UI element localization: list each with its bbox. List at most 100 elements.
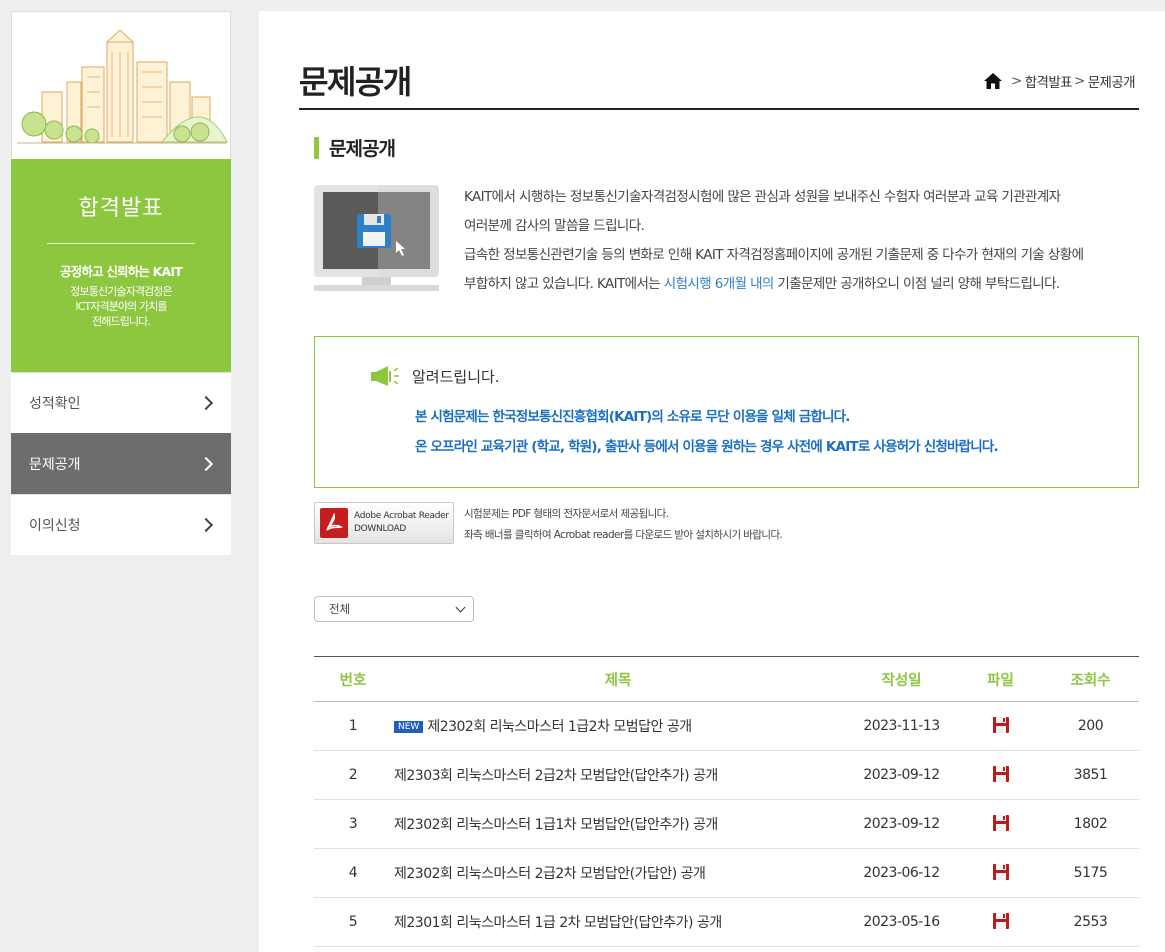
- sidebar-title: 합격발표: [78, 196, 164, 221]
- sidebar-item-label: 이의신청: [29, 518, 81, 534]
- row-file-cell: [959, 750, 1042, 800]
- chevron-down-icon: [455, 602, 466, 612]
- page-title: 문제공개: [299, 63, 412, 101]
- notice-line: 본 시험문제는 한국정보통신진흥협회(KAIT)의 소유로 무단 이용을 일체 …: [415, 409, 850, 425]
- intro-text-segment: 부합하지 않고 있습니다. KAIT에서는: [464, 276, 664, 292]
- board-table: 번호 제목 작성일 파일 조회수 1 NEW 제2302회 리눅스마스터 1급2차…: [314, 656, 1139, 947]
- table-header-row: 번호 제목 작성일 파일 조회수: [314, 656, 1139, 702]
- row-title-cell: NEW 제2302회 리눅스마스터 1급2차 모범답안 공개: [392, 701, 844, 751]
- new-badge: NEW: [394, 721, 424, 733]
- sidebar-menu: 성적확인 문제공개 이의신청: [11, 372, 231, 555]
- intro-line: 부합하지 않고 있습니다. KAIT에서는 시험시행 6개월 내의 기출문제만 …: [464, 270, 1154, 299]
- floppy-disk-icon[interactable]: [992, 815, 1009, 831]
- acrobat-download-button[interactable]: Adobe Acrobat Reader DOWNLOAD: [314, 502, 454, 544]
- acrobat-label: Adobe Acrobat Reader DOWNLOAD: [354, 510, 449, 536]
- city-skyline-image: [17, 29, 228, 144]
- breadcrumb-item[interactable]: 합격발표: [1025, 71, 1073, 91]
- column-header-views: 조회수: [1042, 656, 1139, 702]
- row-file-cell: [959, 848, 1042, 898]
- sidebar-desc-line: 정보통신기술자격검정은: [70, 285, 172, 298]
- intro-text: KAIT에서 시행하는 정보통신기술자격검정시험에 많은 관심과 성원을 보내주…: [464, 183, 1154, 299]
- section-title-bar: [314, 136, 319, 159]
- row-title-cell: 제2301회 리눅스마스터 1급 2차 모범답안(답안추가) 공개: [392, 897, 844, 947]
- divider: [47, 243, 195, 244]
- table-row: 3 제2302회 리눅스마스터 1급1차 모범답안(답안추가) 공개 2023-…: [314, 799, 1139, 849]
- row-title-cell: 제2302회 리눅스마스터 1급1차 모범답안(답안추가) 공개: [392, 799, 844, 849]
- chevron-right-icon: [198, 517, 214, 533]
- floppy-disk-icon[interactable]: [992, 717, 1009, 733]
- sidebar-slogan: 공정하고 신뢰하는 KAIT: [59, 264, 183, 279]
- notice-line: 온 오프라인 교육기관 (학교, 학원), 출판사 등에서 이용을 원하는 경우…: [415, 439, 999, 455]
- intro-line: KAIT에서 시행하는 정보통신기술자격검정시험에 많은 관심과 성원을 보내주…: [464, 189, 1061, 205]
- column-header-number: 번호: [314, 656, 392, 702]
- notice-box: 알려드립니다. 본 시험문제는 한국정보통신진흥협회(KAIT)의 소유로 무단…: [314, 336, 1139, 488]
- row-number: 5: [314, 897, 392, 947]
- home-icon[interactable]: [983, 72, 1003, 90]
- column-header-file: 파일: [959, 656, 1042, 702]
- sidebar-description: 정보통신기술자격검정은 ICT자격분야의 가치를 전해드립니다.: [11, 284, 231, 329]
- row-title-link[interactable]: 제2302회 리눅스마스터 1급2차 모범답안 공개: [427, 719, 692, 735]
- acrobat-logo-icon: [320, 508, 348, 538]
- sidebar: 합격발표 공정하고 신뢰하는 KAIT 정보통신기술자격검정은 ICT자격분야의…: [11, 11, 231, 555]
- row-views: 1802: [1042, 799, 1139, 849]
- row-views: 2553: [1042, 897, 1139, 947]
- row-title-cell: 제2302회 리눅스마스터 2급2차 모범답안(가답안) 공개: [392, 848, 844, 898]
- column-header-title: 제목: [392, 656, 844, 702]
- row-title-link[interactable]: 제2302회 리눅스마스터 1급1차 모범답안(답안추가) 공개: [394, 817, 718, 833]
- intro-highlight: 시험시행 6개월 내의: [663, 276, 775, 292]
- pdf-note-line: 시험문제는 PDF 형태의 전자문서로서 제공됩니다.: [464, 508, 669, 520]
- main-content: 문제공개 > 합격발표 > 문제공개 문제공개 KAIT에서 시행하는 정보통신…: [259, 11, 1165, 952]
- row-date: 2023-06-12: [844, 848, 959, 898]
- notice-heading: 알려드립니다.: [370, 365, 500, 387]
- row-file-cell: [959, 799, 1042, 849]
- floppy-disk-icon[interactable]: [992, 766, 1009, 782]
- column-header-date: 작성일: [844, 656, 959, 702]
- pdf-note-line: 좌측 배너를 클릭하여 Acrobat reader를 다운로드 받아 설치하시…: [464, 529, 783, 541]
- row-file-cell: [959, 701, 1042, 751]
- row-views: 200: [1042, 701, 1139, 751]
- floppy-disk-icon[interactable]: [992, 913, 1009, 929]
- intro-line: 급속한 정보통신관련기술 등의 변화로 인해 KAIT 자격검정홈페이지에 공개…: [464, 247, 1084, 263]
- row-title-link[interactable]: 제2303회 리눅스마스터 2급2차 모범답안(답안추가) 공개: [394, 768, 718, 784]
- monitor-save-icon: [314, 185, 439, 297]
- category-select-value: 전체: [329, 602, 351, 616]
- category-select[interactable]: 전체: [314, 596, 474, 622]
- breadcrumb-item[interactable]: 문제공개: [1088, 71, 1136, 91]
- row-title-link[interactable]: 제2301회 리눅스마스터 1급 2차 모범답안(답안추가) 공개: [394, 915, 722, 931]
- row-date: 2023-05-16: [844, 897, 959, 947]
- row-file-cell: [959, 897, 1042, 947]
- row-views: 3851: [1042, 750, 1139, 800]
- notice-heading-text: 알려드립니다.: [412, 367, 500, 386]
- sidebar-item-question-release[interactable]: 문제공개: [11, 433, 231, 494]
- acrobat-label-line: Adobe Acrobat Reader: [354, 511, 449, 521]
- row-date: 2023-09-12: [844, 799, 959, 849]
- pdf-note: 시험문제는 PDF 형태의 전자문서로서 제공됩니다. 좌측 배너를 클릭하여 …: [464, 504, 783, 546]
- row-views: 5175: [1042, 848, 1139, 898]
- megaphone-icon: [371, 366, 399, 386]
- floppy-disk-icon[interactable]: [992, 864, 1009, 880]
- row-date: 2023-11-13: [844, 701, 959, 751]
- row-title-cell: 제2303회 리눅스마스터 2급2차 모범답안(답안추가) 공개: [392, 750, 844, 800]
- intro-text-segment: 기출문제만 공개하오니 이점 널리 양해 부탁드립니다.: [773, 276, 1060, 292]
- table-row: 4 제2302회 리눅스마스터 2급2차 모범답안(가답안) 공개 2023-0…: [314, 848, 1139, 898]
- title-divider: [299, 108, 1139, 110]
- acrobat-label-line: DOWNLOAD: [354, 524, 406, 534]
- sidebar-item-objection[interactable]: 이의신청: [11, 494, 231, 555]
- table-row: 1 NEW 제2302회 리눅스마스터 1급2차 모범답안 공개 2023-11-…: [314, 701, 1139, 751]
- sidebar-desc-line: ICT자격분야의 가치를: [75, 300, 167, 313]
- sidebar-hero: 합격발표 공정하고 신뢰하는 KAIT 정보통신기술자격검정은 ICT자격분야의…: [11, 159, 231, 372]
- table-row: 2 제2303회 리눅스마스터 2급2차 모범답안(답안추가) 공개 2023-…: [314, 750, 1139, 800]
- breadcrumb: > 합격발표 > 문제공개: [983, 71, 1136, 91]
- intro-line: 여러분께 감사의 말씀을 드립니다.: [464, 218, 645, 234]
- sidebar-desc-line: 전해드립니다.: [92, 315, 151, 328]
- row-number: 4: [314, 848, 392, 898]
- breadcrumb-separator-icon: >: [1074, 73, 1085, 89]
- sidebar-item-score-check[interactable]: 성적확인: [11, 372, 231, 433]
- sidebar-item-label: 성적확인: [29, 396, 81, 412]
- chevron-right-icon: [198, 456, 214, 472]
- row-number: 2: [314, 750, 392, 800]
- city-illustration: [12, 12, 230, 159]
- row-number: 1: [314, 701, 392, 751]
- chevron-right-icon: [198, 395, 214, 411]
- row-title-link[interactable]: 제2302회 리눅스마스터 2급2차 모범답안(가답안) 공개: [394, 866, 706, 882]
